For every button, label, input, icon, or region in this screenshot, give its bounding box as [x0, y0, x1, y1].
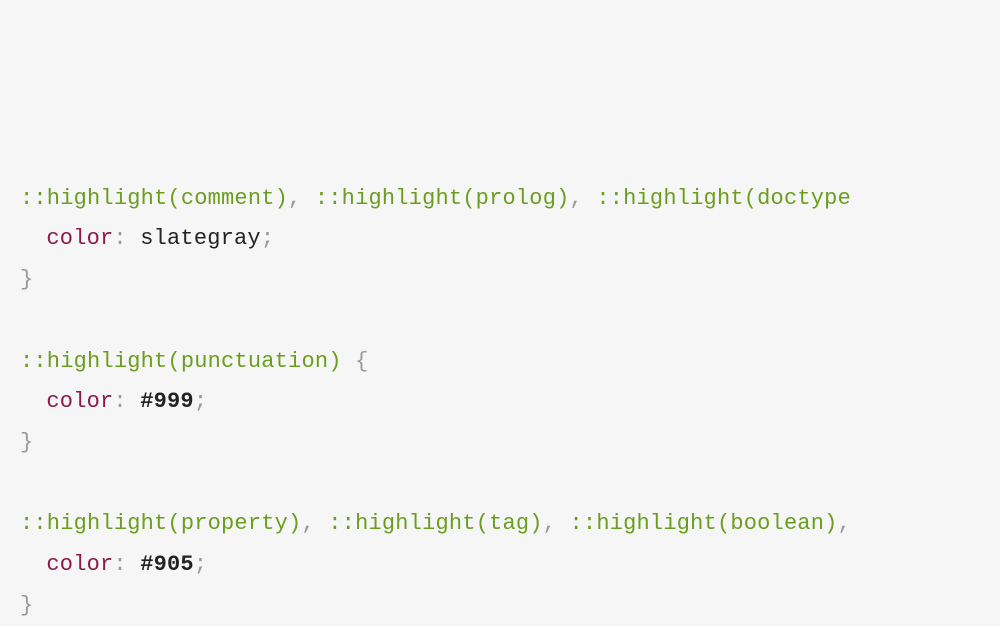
rule-1-selector-line: ::highlight(comment), ::highlight(prolog…: [20, 179, 1000, 220]
selector-highlight-punctuation: ::highlight(punctuation): [20, 349, 342, 374]
rule-2-declaration: color: #999;: [20, 382, 1000, 423]
rule-2-selector-line: ::highlight(punctuation) {: [20, 342, 1000, 383]
selector-highlight-tag: ::highlight(tag): [328, 511, 542, 536]
semicolon: ;: [194, 552, 207, 577]
css-value-999: #999: [140, 389, 194, 414]
close-brace: }: [20, 430, 33, 455]
blank-line: [20, 464, 1000, 505]
colon: :: [113, 552, 140, 577]
selector-highlight-doctype: ::highlight(doctype: [596, 186, 851, 211]
colon: :: [113, 226, 140, 251]
rule-3-selector-line: ::highlight(property), ::highlight(tag),…: [20, 504, 1000, 545]
comma-sep: ,: [543, 511, 570, 536]
space: [342, 349, 355, 374]
colon: :: [113, 389, 140, 414]
blank-line: [20, 301, 1000, 342]
css-property-color: color: [46, 552, 113, 577]
css-property-color: color: [46, 226, 113, 251]
comma-sep: ,: [288, 186, 315, 211]
code-block: ::highlight(comment), ::highlight(prolog…: [20, 179, 1000, 626]
rule-2-close: }: [20, 423, 1000, 464]
comma-sep: ,: [301, 511, 328, 536]
open-brace: {: [355, 349, 368, 374]
selector-highlight-comment: ::highlight(comment): [20, 186, 288, 211]
selector-highlight-property: ::highlight(property): [20, 511, 301, 536]
rule-1-close: }: [20, 260, 1000, 301]
rule-3-close: }: [20, 586, 1000, 626]
selector-highlight-boolean: ::highlight(boolean): [570, 511, 838, 536]
comma-sep: ,: [570, 186, 597, 211]
css-property-color: color: [46, 389, 113, 414]
semicolon: ;: [194, 389, 207, 414]
rule-1-declaration: color: slategray;: [20, 219, 1000, 260]
css-value-slategray: slategray: [140, 226, 261, 251]
css-value-905: #905: [140, 552, 194, 577]
semicolon: ;: [261, 226, 274, 251]
rule-3-declaration: color: #905;: [20, 545, 1000, 586]
comma-trailing: ,: [838, 511, 851, 536]
close-brace: }: [20, 267, 33, 292]
selector-highlight-prolog: ::highlight(prolog): [315, 186, 570, 211]
close-brace: }: [20, 593, 33, 618]
